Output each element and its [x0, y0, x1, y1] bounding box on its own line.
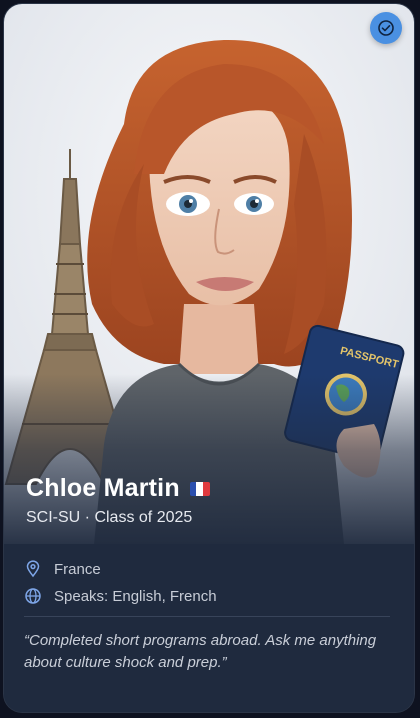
profile-quote: “Completed short programs abroad. Ask me… — [24, 632, 377, 671]
check-circle-icon — [378, 20, 394, 36]
name-row: Chloe Martin — [26, 474, 210, 503]
profile-subtitle: SCI-SU · Class of 2025 — [26, 509, 193, 526]
profile-card[interactable]: PASSPORT Chloe Martin SCI-SU · Class of … — [4, 4, 414, 712]
location-text: France — [54, 560, 101, 578]
profile-details: France Speaks: English, French “Complete… — [4, 544, 414, 712]
globe-icon — [24, 587, 42, 605]
profile-name: Chloe Martin — [26, 474, 180, 502]
verified-badge-button[interactable] — [370, 12, 402, 44]
profile-photo: PASSPORT — [4, 4, 414, 544]
languages-text: Speaks: English, French — [54, 587, 217, 605]
france-flag-icon — [189, 481, 210, 496]
languages-row: Speaks: English, French — [24, 587, 217, 605]
location-row: France — [24, 560, 101, 578]
divider — [24, 616, 390, 617]
map-pin-icon — [24, 560, 42, 578]
